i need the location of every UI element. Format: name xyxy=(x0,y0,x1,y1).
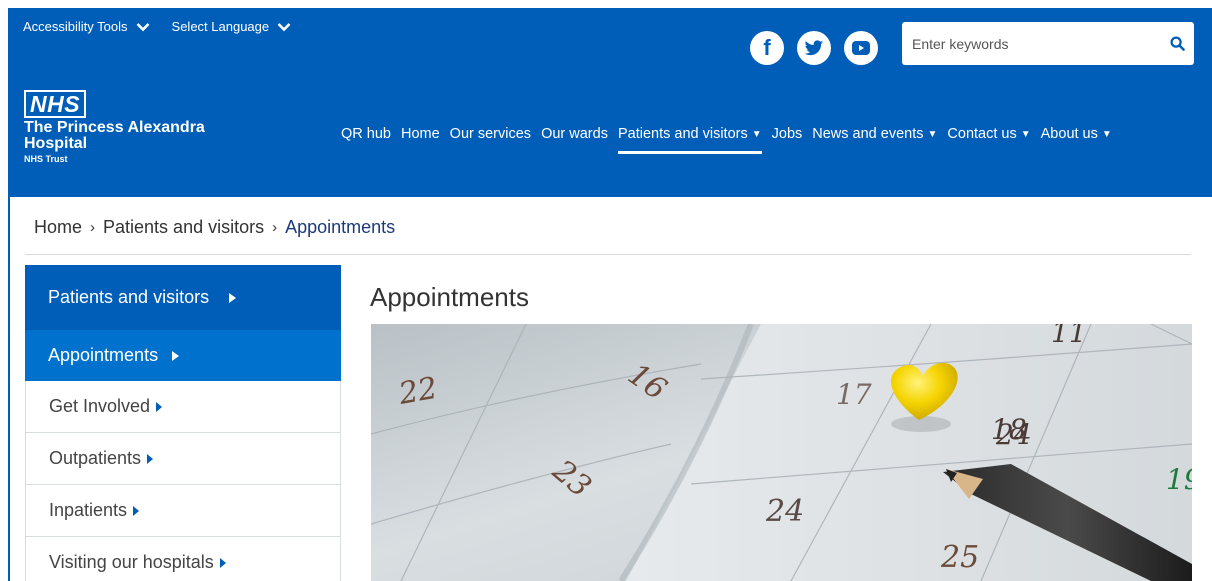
nav-label: About us xyxy=(1040,126,1098,142)
sidebar-item-get-involved[interactable]: Get Involved xyxy=(25,381,341,433)
select-language-label: Select Language xyxy=(171,19,270,34)
nav-about-us[interactable]: About us ▼ xyxy=(1041,126,1112,142)
date-label: 18 xyxy=(991,413,1027,446)
nhs-logo[interactable]: NHS The Princess Alexandra Hospital NHS … xyxy=(24,90,244,164)
twitter-icon[interactable] xyxy=(797,31,831,65)
date-label: 17 xyxy=(836,378,872,411)
page-border xyxy=(8,197,10,581)
nav-label: Jobs xyxy=(771,126,803,142)
caret-right-icon xyxy=(229,292,237,303)
date-label: 19 xyxy=(1166,463,1192,496)
nav-jobs[interactable]: Jobs xyxy=(772,126,803,142)
caret-right-icon xyxy=(133,505,140,516)
date-label: 11 xyxy=(1051,324,1087,349)
accessibility-tools-label: Accessibility Tools xyxy=(23,19,128,34)
main-navigation: QR hub Home Our services Our wards Patie… xyxy=(341,126,1112,154)
breadcrumb-separator-icon: › xyxy=(90,219,96,236)
nav-label: Home xyxy=(400,126,440,142)
sidebar-parent-patients-and-visitors[interactable]: Patients and visitors xyxy=(25,265,341,330)
nav-our-services[interactable]: Our services xyxy=(450,126,531,142)
search-icon xyxy=(1169,36,1185,51)
nav-label: Contact us xyxy=(947,126,1017,142)
organisation-name: The Princess Alexandra Hospital xyxy=(24,119,205,152)
facebook-glyph: f xyxy=(763,35,771,60)
site-header: Accessibility Tools Select Language f NH… xyxy=(8,8,1212,197)
select-language-menu[interactable]: Select Language xyxy=(172,19,292,34)
sidebar-item-label: Appointments xyxy=(48,345,159,365)
nav-patients-and-visitors[interactable]: Patients and visitors ▼ xyxy=(617,126,762,154)
sidebar-item-label: Get Involved xyxy=(49,396,151,416)
breadcrumb-separator-icon: › xyxy=(272,219,278,236)
facebook-icon[interactable]: f xyxy=(750,31,784,65)
utility-bar: Accessibility Tools Select Language xyxy=(23,19,313,34)
breadcrumb-home[interactable]: Home xyxy=(34,217,82,238)
sidebar-item-appointments[interactable]: Appointments xyxy=(25,330,341,381)
search-button[interactable] xyxy=(1160,22,1194,65)
caret-down-icon: ▼ xyxy=(1101,128,1112,140)
caret-down-icon: ▼ xyxy=(927,128,938,140)
youtube-icon[interactable] xyxy=(844,31,878,65)
caret-right-icon xyxy=(172,350,180,361)
nav-home[interactable]: Home xyxy=(401,126,440,142)
nav-qr-hub[interactable]: QR hub xyxy=(341,126,391,142)
chevron-down-icon xyxy=(136,22,149,31)
caret-down-icon: ▼ xyxy=(1020,128,1031,140)
section-sidebar: Patients and visitors Appointments Get I… xyxy=(25,265,341,581)
sidebar-item-outpatients[interactable]: Outpatients xyxy=(25,433,341,485)
sidebar-item-label: Patients and visitors xyxy=(48,287,210,307)
breadcrumb-patients-and-visitors[interactable]: Patients and visitors xyxy=(103,217,264,238)
caret-right-icon xyxy=(219,557,226,568)
breadcrumb-divider xyxy=(25,254,1191,255)
nhs-badge: NHS xyxy=(24,90,87,118)
nav-label: Our wards xyxy=(541,126,608,142)
date-label: 25 xyxy=(940,540,979,575)
date-label: 22 xyxy=(395,371,440,412)
date-label: 24 xyxy=(765,494,804,529)
social-links: f xyxy=(750,31,891,65)
nav-news-and-events[interactable]: News and events ▼ xyxy=(812,126,937,142)
breadcrumb: Home › Patients and visitors › Appointme… xyxy=(34,217,395,238)
caret-down-icon: ▼ xyxy=(751,128,762,140)
nav-contact-us[interactable]: Contact us ▼ xyxy=(947,126,1030,142)
search-input[interactable] xyxy=(902,22,1160,65)
search-box xyxy=(902,22,1194,65)
accessibility-tools-menu[interactable]: Accessibility Tools xyxy=(23,19,150,34)
organisation-subtitle: NHS Trust xyxy=(24,154,68,164)
page-title: Appointments xyxy=(370,282,529,312)
sidebar-item-label: Outpatients xyxy=(49,448,142,468)
sidebar-item-label: Visiting our hospitals xyxy=(49,552,214,572)
sidebar-item-label: Inpatients xyxy=(49,500,128,520)
breadcrumb-current: Appointments xyxy=(285,217,396,237)
nav-our-wards[interactable]: Our wards xyxy=(541,126,608,142)
caret-right-icon xyxy=(156,401,163,412)
nav-label: QR hub xyxy=(341,126,391,142)
calendar-photo: 22 16 23 17 24 24 18 25 11 19 24 xyxy=(371,324,1192,581)
caret-right-icon xyxy=(147,453,154,464)
nav-label: Our services xyxy=(449,126,532,142)
nav-label: Patients and visitors xyxy=(617,126,748,142)
sidebar-item-visiting-our-hospitals[interactable]: Visiting our hospitals xyxy=(25,537,341,581)
nav-label: News and events xyxy=(812,126,924,142)
sidebar-item-inpatients[interactable]: Inpatients xyxy=(25,485,341,537)
chevron-down-icon xyxy=(277,22,291,31)
hero-image: 22 16 23 17 24 24 18 25 11 19 24 xyxy=(371,324,1192,581)
